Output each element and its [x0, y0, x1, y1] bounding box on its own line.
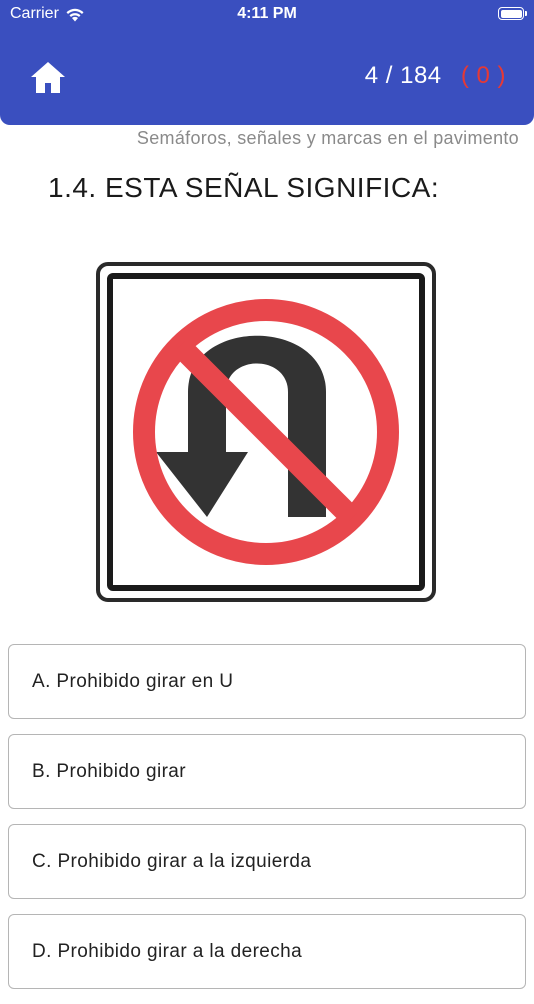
question-progress: 4 / 184 ( 0 )	[365, 62, 506, 90]
progress-total: 184	[400, 62, 442, 89]
home-button[interactable]	[28, 58, 68, 98]
app-header: Carrier 4:11 PM 4 / 184 ( 0 )	[0, 0, 534, 125]
status-bar: Carrier 4:11 PM	[0, 0, 534, 30]
progress-current: 4	[364, 62, 379, 89]
answer-list: A. Prohibido girar en U B. Prohibido gir…	[8, 644, 526, 1004]
answer-option-b[interactable]: B. Prohibido girar	[8, 734, 526, 809]
status-time: 4:11 PM	[237, 5, 297, 22]
answer-option-c[interactable]: C. Prohibido girar a la izquierda	[8, 824, 526, 899]
category-label: Semáforos, señales y marcas en el pavime…	[136, 128, 519, 148]
answer-option-a[interactable]: A. Prohibido girar en U	[8, 644, 526, 719]
error-count: ( 0 )	[460, 62, 506, 89]
battery-icon	[498, 7, 527, 20]
battery-level	[500, 9, 522, 18]
progress-separator: /	[385, 62, 393, 89]
question-title: 1.4. ESTA SEÑAL SIGNIFICA:	[48, 172, 440, 203]
no-u-turn-sign-icon	[96, 262, 436, 602]
answer-option-d[interactable]: D. Prohibido girar a la derecha	[8, 914, 526, 989]
home-icon	[31, 62, 65, 93]
